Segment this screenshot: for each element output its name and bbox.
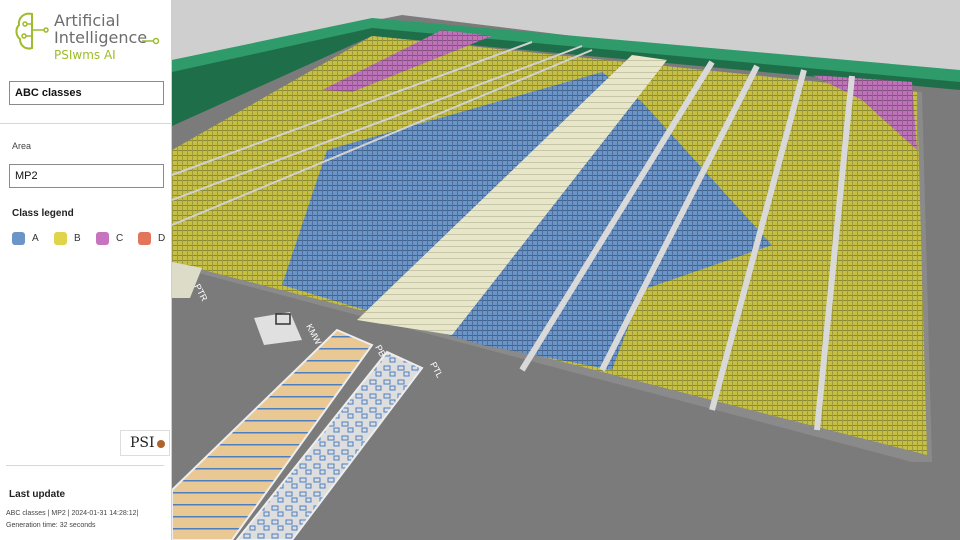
legend-label-b: B [74,233,81,244]
legend-swatch-b [54,232,67,245]
company-logo-text: PSI [130,435,155,451]
legend-swatch-d [138,232,151,245]
logo-title-line2: Intelligence [54,28,148,47]
company-logo-dot [157,440,165,448]
generation-time: Generation time: 32 seconds [6,522,96,529]
logo-title-line1: Artificial [54,11,120,30]
logo-subtitle: PSIwms AI [54,48,116,62]
area-select[interactable]: MP2 [9,164,164,188]
sidebar-divider-bottom [6,465,164,466]
class-legend: A B C D [12,231,170,247]
legend-swatch-c [96,232,109,245]
sidebar: Artificial Intelligence PSIwms AI ABC cl… [0,0,172,540]
analysis-select[interactable]: ABC classes [9,81,164,105]
ai-logo: Artificial Intelligence PSIwms AI [14,6,164,68]
last-update-title: Last update [9,489,66,500]
logo-title: Artificial Intelligence [54,12,147,46]
brain-circuit-icon [15,12,49,50]
class-legend-title: Class legend [12,208,74,219]
warehouse-3d-view[interactable]: PTR KMW PBR PTL [172,0,960,540]
warehouse-scene: PTR KMW PBR PTL [172,0,960,540]
legend-label-c: C [116,233,124,244]
area-label: Area [12,141,32,151]
last-update-info: ABC classes | MP2 | 2024-01-31 14:28:12| [6,510,139,517]
legend-label-a: A [32,233,39,244]
circuit-connector-icon [142,37,160,45]
sidebar-divider [0,123,172,124]
company-logo: PSI [120,430,170,456]
legend-label-d: D [158,233,166,244]
legend-swatch-a [12,232,25,245]
